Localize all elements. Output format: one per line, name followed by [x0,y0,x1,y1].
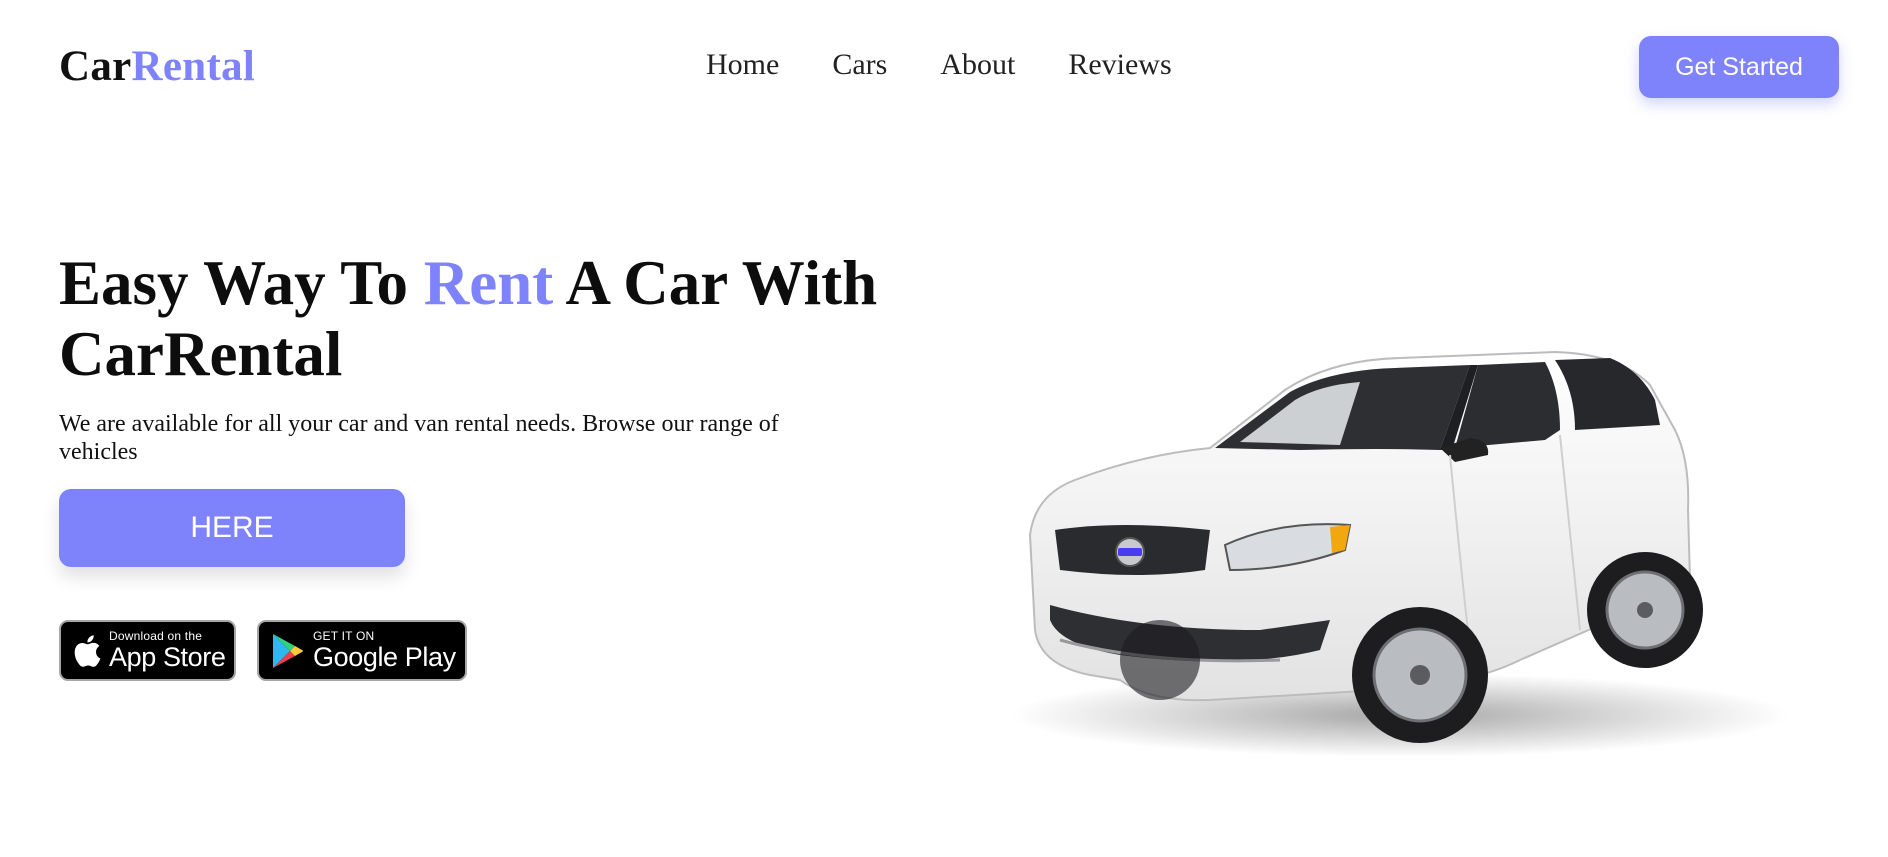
main-nav: Home Cars About Reviews [706,48,1172,82]
get-started-button[interactable]: Get Started [1639,36,1839,98]
nav-link-cars[interactable]: Cars [832,48,887,82]
nav-link-reviews[interactable]: Reviews [1068,48,1171,82]
hero-subtitle: We are available for all your car and va… [59,411,779,465]
brand-logo-part2: Rental [131,43,256,90]
brand-logo[interactable]: CarRental [59,42,255,91]
brand-logo-part1: Car [59,43,132,90]
hero-title: Easy Way To Rent A Car With CarRental [59,248,879,390]
app-store-small-text: Download on the [109,629,203,643]
hero-here-button[interactable]: HERE [59,489,405,567]
nav-link-home[interactable]: Home [706,48,779,82]
app-store-badge[interactable]: Download on the App Store [59,620,236,681]
play-triangle-icon [271,632,305,670]
car-image [1000,330,1800,770]
nav-link-about[interactable]: About [940,48,1015,82]
hero-title-pre: Easy Way To [59,248,424,318]
app-store-big-text: App Store [109,642,226,672]
apple-icon [73,634,101,668]
google-play-big-text: Google Play [313,642,456,672]
google-play-badge[interactable]: GET IT ON Google Play [257,620,467,681]
google-play-small-text: GET IT ON [313,629,375,643]
hero-title-accent: Rent [423,248,554,318]
